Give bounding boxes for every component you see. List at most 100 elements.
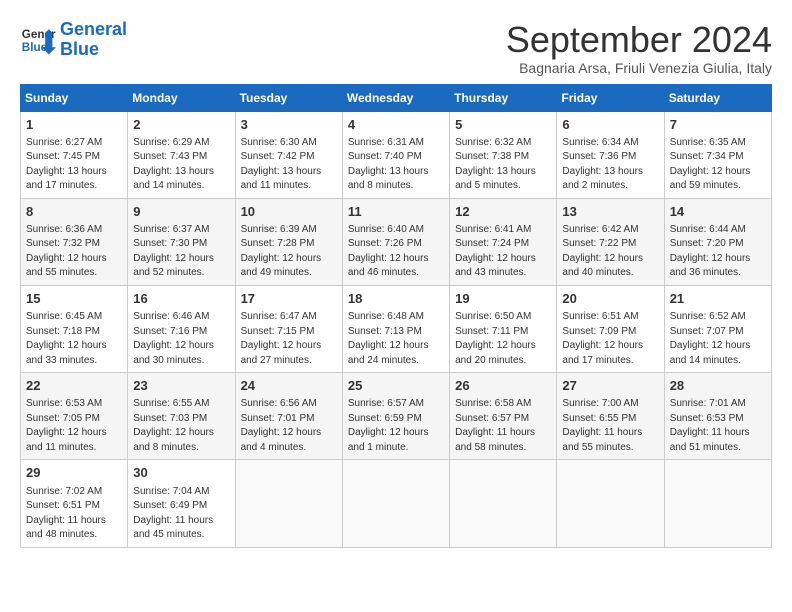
calendar-cell (664, 460, 771, 547)
weekday-header-tuesday: Tuesday (235, 84, 342, 111)
calendar-cell: 23Sunrise: 6:55 AM Sunset: 7:03 PM Dayli… (128, 373, 235, 460)
calendar-cell: 7 Sunrise: 6:35 AM Sunset: 7:34 PM Daylig… (664, 111, 771, 198)
calendar-cell: 2 Sunrise: 6:29 AM Sunset: 7:43 PM Daylig… (128, 111, 235, 198)
calendar-cell: 21 Sunrise: 6:52 AM Sunset: 7:07 PM Dayli… (664, 285, 771, 372)
day-info: Sunrise: 6:27 AM Sunset: 7:45 PM Dayligh… (26, 136, 122, 194)
day-number: 18 (348, 290, 444, 308)
day-number: 11 (348, 203, 444, 221)
day-number: 7 (670, 116, 766, 134)
day-number: 19 (455, 290, 551, 308)
day-info: Sunrise: 6:57 AM Sunset: 6:59 PM Dayligh… (348, 397, 444, 455)
day-number: 8 (26, 203, 122, 221)
page-header: General Blue General Blue September 2024… (20, 20, 772, 76)
day-info: Sunrise: 6:35 AM Sunset: 7:34 PM Dayligh… (670, 136, 766, 194)
day-info: Sunrise: 6:36 AM Sunset: 7:32 PM Dayligh… (26, 223, 122, 281)
day-info: Sunrise: 6:51 AM Sunset: 7:09 PM Dayligh… (562, 310, 658, 368)
day-number: 5 (455, 116, 551, 134)
day-info: Sunrise: 7:01 AM Sunset: 6:53 PM Dayligh… (670, 397, 766, 455)
day-number: 15 (26, 290, 122, 308)
day-number: 21 (670, 290, 766, 308)
day-number: 17 (241, 290, 337, 308)
calendar-cell: 14 Sunrise: 6:44 AM Sunset: 7:20 PM Dayli… (664, 198, 771, 285)
day-info: Sunrise: 6:50 AM Sunset: 7:11 PM Dayligh… (455, 310, 551, 368)
day-number: 30 (133, 464, 229, 482)
day-info: Sunrise: 6:42 AM Sunset: 7:22 PM Dayligh… (562, 223, 658, 281)
calendar-cell: 25 Sunrise: 6:57 AM Sunset: 6:59 PM Dayli… (342, 373, 449, 460)
logo-general: General (60, 19, 127, 39)
day-info: Sunrise: 6:56 AM Sunset: 7:01 PM Dayligh… (241, 397, 337, 455)
day-info: Sunrise: 6:39 AM Sunset: 7:28 PM Dayligh… (241, 223, 337, 281)
weekday-header-friday: Friday (557, 84, 664, 111)
day-number: 16 (133, 290, 229, 308)
day-number: 3 (241, 116, 337, 134)
calendar-cell: 29Sunrise: 7:02 AM Sunset: 6:51 PM Dayli… (21, 460, 128, 547)
weekday-header-wednesday: Wednesday (342, 84, 449, 111)
calendar-header-row: SundayMondayTuesdayWednesdayThursdayFrid… (21, 84, 772, 111)
weekday-header-monday: Monday (128, 84, 235, 111)
day-info: Sunrise: 7:02 AM Sunset: 6:51 PM Dayligh… (26, 485, 122, 543)
title-block: September 2024 Bagnaria Arsa, Friuli Ven… (506, 20, 772, 76)
calendar-cell: 30 Sunrise: 7:04 AM Sunset: 6:49 PM Dayli… (128, 460, 235, 547)
calendar-cell: 27Sunrise: 7:00 AM Sunset: 6:55 PM Dayli… (557, 373, 664, 460)
calendar-cell: 8 Sunrise: 6:36 AM Sunset: 7:32 PM Daylig… (21, 198, 128, 285)
calendar-week-row: 1 Sunrise: 6:27 AM Sunset: 7:45 PM Daylig… (21, 111, 772, 198)
day-number: 20 (562, 290, 658, 308)
day-info: Sunrise: 6:29 AM Sunset: 7:43 PM Dayligh… (133, 136, 229, 194)
day-number: 26 (455, 377, 551, 395)
calendar-cell: 15 Sunrise: 6:45 AM Sunset: 7:18 PM Dayli… (21, 285, 128, 372)
calendar-cell (235, 460, 342, 547)
weekday-header-saturday: Saturday (664, 84, 771, 111)
day-number: 24 (241, 377, 337, 395)
calendar-table: SundayMondayTuesdayWednesdayThursdayFrid… (20, 84, 772, 548)
day-number: 23 (133, 377, 229, 395)
day-number: 10 (241, 203, 337, 221)
calendar-cell: 11 Sunrise: 6:40 AM Sunset: 7:26 PM Dayli… (342, 198, 449, 285)
calendar-cell: 28Sunrise: 7:01 AM Sunset: 6:53 PM Dayli… (664, 373, 771, 460)
day-number: 27 (562, 377, 658, 395)
calendar-cell: 12Sunrise: 6:41 AM Sunset: 7:24 PM Dayli… (450, 198, 557, 285)
day-info: Sunrise: 6:44 AM Sunset: 7:20 PM Dayligh… (670, 223, 766, 281)
day-number: 4 (348, 116, 444, 134)
day-info: Sunrise: 6:45 AM Sunset: 7:18 PM Dayligh… (26, 310, 122, 368)
logo: General Blue General Blue (20, 20, 127, 60)
day-number: 14 (670, 203, 766, 221)
calendar-cell: 18 Sunrise: 6:48 AM Sunset: 7:13 PM Dayli… (342, 285, 449, 372)
calendar-cell (342, 460, 449, 547)
day-number: 25 (348, 377, 444, 395)
day-number: 12 (455, 203, 551, 221)
calendar-cell: 24 Sunrise: 6:56 AM Sunset: 7:01 PM Dayli… (235, 373, 342, 460)
day-info: Sunrise: 6:48 AM Sunset: 7:13 PM Dayligh… (348, 310, 444, 368)
calendar-body: 1 Sunrise: 6:27 AM Sunset: 7:45 PM Daylig… (21, 111, 772, 547)
day-info: Sunrise: 7:04 AM Sunset: 6:49 PM Dayligh… (133, 485, 229, 543)
calendar-cell: 26 Sunrise: 6:58 AM Sunset: 6:57 PM Dayli… (450, 373, 557, 460)
calendar-cell: 20 Sunrise: 6:51 AM Sunset: 7:09 PM Dayli… (557, 285, 664, 372)
calendar-cell: 3 Sunrise: 6:30 AM Sunset: 7:42 PM Daylig… (235, 111, 342, 198)
calendar-week-row: 29Sunrise: 7:02 AM Sunset: 6:51 PM Dayli… (21, 460, 772, 547)
day-info: Sunrise: 6:31 AM Sunset: 7:40 PM Dayligh… (348, 136, 444, 194)
calendar-cell: 19 Sunrise: 6:50 AM Sunset: 7:11 PM Dayli… (450, 285, 557, 372)
calendar-cell: 9 Sunrise: 6:37 AM Sunset: 7:30 PM Daylig… (128, 198, 235, 285)
calendar-cell: 5 Sunrise: 6:32 AM Sunset: 7:38 PM Daylig… (450, 111, 557, 198)
calendar-cell: 4 Sunrise: 6:31 AM Sunset: 7:40 PM Daylig… (342, 111, 449, 198)
logo-text: General Blue (60, 20, 127, 60)
day-number: 1 (26, 116, 122, 134)
day-info: Sunrise: 6:58 AM Sunset: 6:57 PM Dayligh… (455, 397, 551, 455)
month-title: September 2024 (506, 20, 772, 60)
day-number: 9 (133, 203, 229, 221)
day-number: 6 (562, 116, 658, 134)
calendar-cell: 10 Sunrise: 6:39 AM Sunset: 7:28 PM Dayli… (235, 198, 342, 285)
day-info: Sunrise: 6:40 AM Sunset: 7:26 PM Dayligh… (348, 223, 444, 281)
logo-blue: Blue (60, 39, 99, 59)
calendar-cell: 16Sunrise: 6:46 AM Sunset: 7:16 PM Dayli… (128, 285, 235, 372)
day-info: Sunrise: 6:30 AM Sunset: 7:42 PM Dayligh… (241, 136, 337, 194)
day-number: 2 (133, 116, 229, 134)
day-info: Sunrise: 6:52 AM Sunset: 7:07 PM Dayligh… (670, 310, 766, 368)
day-info: Sunrise: 6:37 AM Sunset: 7:30 PM Dayligh… (133, 223, 229, 281)
day-info: Sunrise: 6:32 AM Sunset: 7:38 PM Dayligh… (455, 136, 551, 194)
day-info: Sunrise: 6:53 AM Sunset: 7:05 PM Dayligh… (26, 397, 122, 455)
logo-icon: General Blue (20, 22, 56, 58)
calendar-cell: 6 Sunrise: 6:34 AM Sunset: 7:36 PM Daylig… (557, 111, 664, 198)
calendar-cell: 1 Sunrise: 6:27 AM Sunset: 7:45 PM Daylig… (21, 111, 128, 198)
calendar-cell (557, 460, 664, 547)
day-info: Sunrise: 6:34 AM Sunset: 7:36 PM Dayligh… (562, 136, 658, 194)
